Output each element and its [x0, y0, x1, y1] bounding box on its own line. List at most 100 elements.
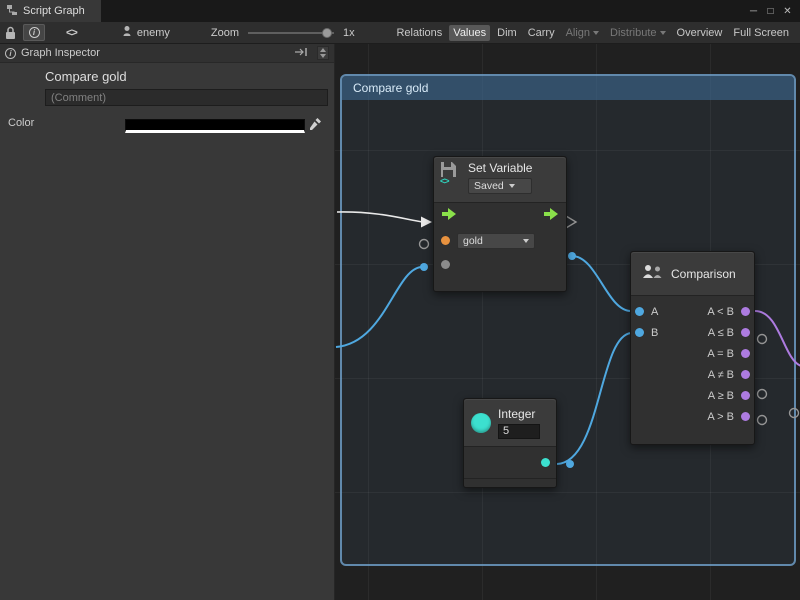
script-graph-icon — [6, 4, 18, 19]
variable-name-row: gold — [434, 228, 566, 253]
integer-icon — [471, 413, 491, 433]
comment-input[interactable] — [45, 89, 328, 106]
code-badge-icon: <> — [440, 176, 449, 186]
info-icon: i — [5, 48, 16, 59]
value-input-port[interactable] — [441, 260, 450, 269]
graph-canvas[interactable]: Compare gold <> — [335, 44, 800, 600]
output-label: A ≠ B — [708, 369, 734, 381]
scroll-up-icon[interactable] — [320, 48, 326, 52]
relations-button[interactable]: Relations — [392, 25, 446, 41]
distribute-button[interactable]: Distribute — [606, 25, 669, 41]
group-box-header[interactable]: Compare gold — [342, 76, 794, 100]
values-button[interactable]: Values — [449, 25, 490, 41]
flow-output-port[interactable] — [543, 208, 559, 223]
set-variable-header[interactable]: <> Set Variable Saved — [434, 157, 566, 203]
variable-select-value: gold — [463, 235, 483, 247]
output-a-lte-b-port[interactable] — [741, 328, 750, 337]
integer-body — [464, 447, 556, 479]
graph-name-label: enemy — [137, 27, 170, 39]
graph-name: enemy — [122, 25, 170, 40]
zoom-value: 1x — [343, 27, 355, 39]
integer-value-field[interactable]: 5 — [498, 424, 540, 439]
title-bar: Script Graph ─ □ ✕ — [0, 0, 800, 22]
input-b-label: B — [651, 327, 658, 339]
comparison-row: A = B — [631, 343, 754, 364]
output-a-greater-b-port[interactable] — [741, 412, 750, 421]
overview-button[interactable]: Overview — [673, 25, 727, 41]
info-button[interactable]: i — [23, 24, 45, 41]
output-a-less-b-port[interactable] — [741, 307, 750, 316]
chevron-down-icon — [660, 31, 666, 35]
node-set-variable[interactable]: <> Set Variable Saved — [433, 156, 567, 292]
input-a-port[interactable] — [635, 307, 644, 316]
carry-button[interactable]: Carry — [524, 25, 559, 41]
graph-toolbar: i <> enemy Zoom 1x Relations Values Dim … — [0, 22, 800, 44]
comparison-icon — [641, 264, 663, 283]
chevron-down-icon — [523, 239, 529, 243]
integer-header[interactable]: Integer 5 — [464, 399, 556, 447]
output-a-gte-b-port[interactable] — [741, 391, 750, 400]
info-icon: i — [29, 27, 40, 38]
graph-title: Compare gold — [45, 69, 127, 84]
zoom-slider[interactable] — [248, 26, 334, 40]
toolbar-buttons: Relations Values Dim Carry Align Distrib… — [392, 25, 795, 41]
fullscreen-button[interactable]: Full Screen — [729, 25, 793, 41]
comparison-row: B A ≤ B — [631, 322, 754, 343]
comparison-ports: A A < B B A ≤ B A = B A ≠ B A ≥ B A > B — [631, 296, 754, 427]
minimize-button[interactable]: ─ — [745, 6, 762, 17]
node-title: Integer — [498, 407, 540, 421]
values-label: Values — [453, 27, 486, 39]
code-view-icon[interactable]: <> — [66, 27, 77, 39]
chevron-down-icon — [593, 31, 599, 35]
node-integer[interactable]: Integer 5 — [463, 398, 557, 488]
variable-select-dropdown[interactable]: gold — [457, 233, 535, 249]
distribute-label: Distribute — [610, 27, 656, 39]
tab-label: Script Graph — [23, 5, 85, 17]
close-button[interactable]: ✕ — [779, 6, 796, 17]
input-a-label: A — [651, 306, 658, 318]
output-label: A > B — [707, 411, 734, 423]
comparison-row: A A < B — [631, 301, 754, 322]
flow-input-port[interactable] — [441, 208, 457, 223]
node-title: Set Variable — [468, 161, 532, 175]
variable-name-port[interactable] — [441, 236, 450, 245]
output-label: A ≥ B — [708, 390, 734, 402]
window-controls: ─ □ ✕ — [745, 0, 800, 22]
maximize-button[interactable]: □ — [762, 6, 779, 17]
input-b-port[interactable] — [635, 328, 644, 337]
integer-output-port[interactable] — [541, 458, 550, 467]
relations-label: Relations — [396, 27, 442, 39]
output-a-eq-b-port[interactable] — [741, 349, 750, 358]
graph-owner-icon — [122, 25, 132, 40]
variable-kind-value: Saved — [474, 180, 504, 192]
node-comparison[interactable]: Comparison A A < B B A ≤ B A = B A ≠ B — [630, 251, 755, 445]
align-label: Align — [566, 27, 590, 39]
color-swatch[interactable] — [125, 119, 305, 133]
overview-label: Overview — [677, 27, 723, 39]
comparison-row: A ≠ B — [631, 364, 754, 385]
comparison-row: A ≥ B — [631, 385, 754, 406]
graph-inspector-panel: i Graph Inspector Compare gold Color — [0, 44, 335, 600]
dim-button[interactable]: Dim — [493, 25, 521, 41]
fullscreen-label: Full Screen — [733, 27, 789, 39]
variable-kind-dropdown[interactable]: Saved — [468, 178, 532, 194]
scroll-down-icon[interactable] — [320, 54, 326, 58]
dock-panel-icon[interactable] — [294, 47, 309, 60]
graph-inspector-title: Graph Inspector — [21, 47, 100, 59]
comparison-header[interactable]: Comparison — [631, 252, 754, 296]
tab-script-graph[interactable]: Script Graph — [0, 0, 101, 22]
scroll-arrows[interactable] — [317, 46, 329, 60]
color-field-label: Color — [8, 117, 34, 129]
save-variable-icon: <> — [440, 161, 462, 198]
eyedropper-icon[interactable] — [309, 117, 322, 133]
output-a-neq-b-port[interactable] — [741, 370, 750, 379]
lock-icon[interactable] — [5, 26, 16, 40]
align-button[interactable]: Align — [562, 25, 603, 41]
flow-ports-row — [434, 203, 566, 228]
zoom-label: Zoom — [211, 27, 239, 39]
node-title: Comparison — [671, 267, 736, 281]
comparison-row: A > B — [631, 406, 754, 427]
zoom-slider-handle[interactable] — [322, 28, 332, 38]
chevron-down-icon — [509, 184, 515, 188]
group-box-title: Compare gold — [353, 81, 428, 95]
